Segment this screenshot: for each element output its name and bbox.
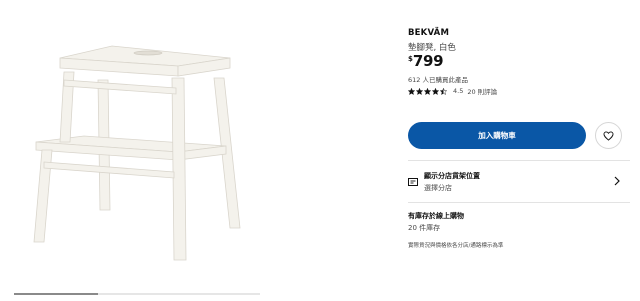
product-brand: BEKVÄM	[408, 28, 450, 38]
star-icon	[432, 87, 439, 95]
rating-count: 20 則評論	[467, 88, 498, 96]
rating-stars	[408, 87, 447, 95]
star-icon	[408, 87, 415, 95]
gallery-progress-bar	[14, 293, 260, 295]
store-shelf-icon	[408, 178, 418, 186]
product-price: $ 799	[408, 52, 444, 70]
online-stock-title: 有庫存於線上購物	[408, 212, 464, 220]
star-icon	[416, 87, 423, 95]
sold-count: 612 人已購買此產品	[408, 76, 468, 84]
rating-score: 4.5	[453, 87, 464, 95]
favorite-button[interactable]	[595, 122, 622, 149]
online-stock-count: 20 件庫存	[408, 224, 441, 232]
availability-note: 實際貨況與價格依各分店/通路標示為準	[408, 243, 504, 249]
product-image-gallery[interactable]	[0, 0, 300, 301]
price-amount: 799	[412, 52, 444, 70]
divider	[408, 160, 630, 161]
gallery-progress-fill	[14, 293, 98, 295]
store-shelf-row[interactable]: 顯示分店貨架位置 選擇分店	[408, 166, 630, 198]
add-to-cart-button[interactable]: 加入購物車	[408, 122, 586, 149]
product-image	[33, 45, 241, 261]
heart-icon	[603, 130, 614, 141]
star-icon	[424, 87, 431, 95]
choose-store-link[interactable]: 選擇分店	[424, 183, 452, 193]
star-icon	[440, 87, 447, 95]
product-rating[interactable]: 4.5 20 則評論	[408, 86, 497, 96]
store-shelf-title: 顯示分店貨架位置	[424, 172, 480, 180]
divider	[408, 202, 630, 203]
chevron-right-icon	[614, 176, 620, 186]
